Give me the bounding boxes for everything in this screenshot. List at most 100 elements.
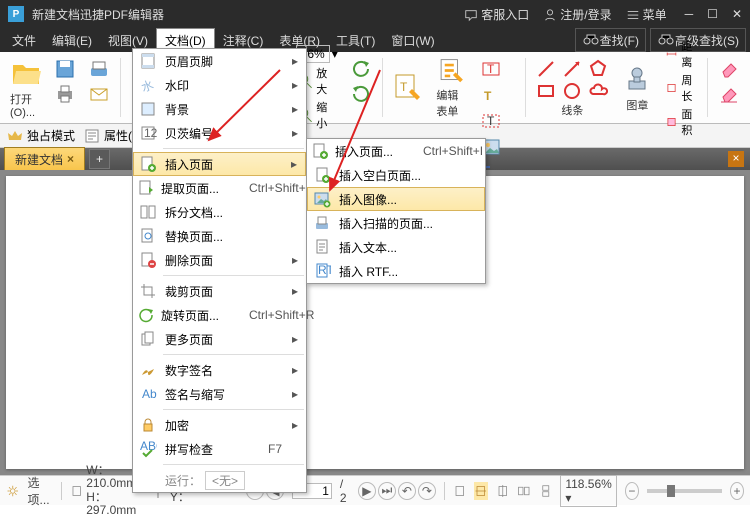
submenu-insert-scan[interactable]: 插入扫描的页面...	[307, 211, 485, 235]
menu-file[interactable]: 文件	[4, 29, 44, 52]
menu-background-label: 背景	[165, 101, 282, 118]
fit-height-icon[interactable]	[496, 482, 510, 500]
print-icon[interactable]	[54, 83, 76, 105]
menu-run[interactable]: 运行：<无>	[133, 468, 306, 492]
customer-service-button[interactable]: 客服入口	[464, 6, 529, 23]
close-button[interactable]: ✕	[732, 7, 742, 21]
eraser-icon[interactable]	[718, 58, 740, 80]
menu-edit[interactable]: 编辑(E)	[44, 29, 100, 52]
menu-sig-abbr[interactable]: Ab签名与缩写▸	[133, 382, 306, 406]
zoom-minus-button[interactable]: −	[625, 482, 639, 500]
minimize-button[interactable]: ─	[685, 7, 694, 21]
window-title: 新建文档迅捷PDF编辑器	[32, 6, 450, 23]
rotate-cw-icon[interactable]	[350, 83, 372, 105]
textbox-icon[interactable]: T	[480, 58, 502, 80]
menu-bates[interactable]: 123贝茨编号▸	[133, 121, 306, 145]
binoculars-icon	[582, 31, 600, 49]
menu-spellcheck[interactable]: ABC拼写检查F7	[133, 437, 306, 461]
slider-knob[interactable]	[667, 485, 675, 497]
initials-icon: Ab	[139, 385, 157, 403]
submenu-insert-text[interactable]: 插入文本...	[307, 235, 485, 259]
menu-delete-label: 删除页面	[165, 252, 282, 269]
circle-icon[interactable]	[561, 80, 583, 102]
menu-watermark[interactable]: 水水印▸	[133, 73, 306, 97]
continuous-icon[interactable]	[539, 482, 553, 500]
submenu-insert-page[interactable]: 插入页面...Ctrl+Shift+I	[307, 139, 485, 163]
zoom-slider[interactable]	[647, 489, 722, 493]
last-page-button[interactable]: ⏭	[378, 482, 396, 500]
menu-encrypt[interactable]: 加密▸	[133, 413, 306, 437]
page-total: / 2	[340, 477, 350, 505]
find-button[interactable]: 查找(F)	[575, 28, 646, 52]
zoom-plus-button[interactable]: +	[730, 482, 744, 500]
menu-window[interactable]: 窗口(W)	[383, 29, 442, 52]
submenu-insert-blank-label: 插入空白页面...	[339, 167, 461, 184]
line-icon[interactable]	[535, 58, 557, 80]
eraser2-icon[interactable]	[718, 83, 740, 105]
menu-run-value: <无>	[205, 471, 245, 490]
edit-form-group[interactable]: 编辑表单	[432, 56, 472, 119]
tabbar-close-button[interactable]: ×	[728, 151, 744, 167]
edit-text-group[interactable]: T	[388, 56, 428, 119]
document-tab[interactable]: 新建文档 ×	[4, 147, 85, 172]
menu-replace[interactable]: 替换页面...	[133, 224, 306, 248]
rect-icon[interactable]	[535, 80, 557, 102]
text-select-icon[interactable]: T	[480, 110, 502, 132]
menu-split-label: 拆分文档...	[165, 204, 282, 221]
scanner-icon[interactable]	[88, 58, 110, 80]
sign-icon	[139, 361, 157, 379]
open-group[interactable]: 打开(O)...	[6, 56, 46, 119]
split-icon	[139, 203, 157, 221]
next-page-button[interactable]: ▶	[358, 482, 376, 500]
area-icon	[665, 113, 678, 131]
lines-group[interactable]: 线条	[531, 56, 613, 119]
zoom-display[interactable]: 118.56% ▾	[560, 475, 616, 507]
new-tab-button[interactable]: +	[89, 149, 110, 169]
submenu-insert-rtf[interactable]: RTF插入 RTF...	[307, 259, 485, 283]
options-label[interactable]: 选项...	[28, 474, 54, 508]
delete-icon	[139, 251, 157, 269]
find-label: 查找(F)	[600, 32, 639, 49]
menu-extract[interactable]: 提取页面...Ctrl+Shift+E	[133, 176, 306, 200]
menu-rotate-label: 旋转页面...	[161, 307, 219, 324]
menu-sign[interactable]: 数字签名▸	[133, 358, 306, 382]
menu-rotate[interactable]: 旋转页面...Ctrl+Shift+R	[133, 303, 306, 327]
menu-insert-page[interactable]: 插入页面▸	[133, 152, 306, 176]
tab-close-icon[interactable]: ×	[67, 152, 74, 166]
submenu-insert-image[interactable]: 插入图像...	[307, 187, 485, 211]
gear-icon[interactable]	[6, 482, 20, 500]
polygon-icon[interactable]	[587, 58, 609, 80]
fit-page-icon[interactable]	[453, 482, 467, 500]
login-button[interactable]: 注册/登录	[543, 6, 611, 23]
stamp-group[interactable]: 图章	[617, 56, 657, 119]
svg-text:T: T	[487, 114, 495, 128]
highlight-icon[interactable]: T	[480, 84, 502, 106]
hamburger-menu-button[interactable]: 菜单	[626, 6, 667, 23]
menu-background[interactable]: 背景▸	[133, 97, 306, 121]
rotate-ccw-icon[interactable]	[350, 58, 372, 80]
arrow-icon[interactable]	[561, 58, 583, 80]
forward-button[interactable]: ↷	[418, 482, 436, 500]
document-tab-label: 新建文档	[15, 151, 63, 168]
menu-crop[interactable]: 裁剪页面▸	[133, 279, 306, 303]
svg-text:T: T	[487, 62, 495, 76]
fit-width-icon[interactable]	[474, 482, 488, 500]
facing-icon[interactable]	[517, 482, 531, 500]
perimeter-tool[interactable]: 周长	[665, 72, 697, 104]
menu-more-pages[interactable]: 更多页面▸	[133, 327, 306, 351]
cloud-icon[interactable]	[587, 80, 609, 102]
status-bar: 选项... W：210.0mmH：297.0mm X：Y： ⏮ ◀ / 2 ▶ …	[0, 475, 750, 505]
menu-split[interactable]: 拆分文档...	[133, 200, 306, 224]
menu-header-footer[interactable]: 页眉页脚▸	[133, 49, 306, 73]
svg-text:T: T	[484, 89, 492, 103]
submenu-insert-blank[interactable]: 插入空白页面...	[307, 163, 485, 187]
maximize-button[interactable]: ☐	[707, 7, 718, 21]
save-icon[interactable]	[54, 58, 76, 80]
area-tool[interactable]: 面积	[665, 106, 697, 138]
distance-tool[interactable]: 距离	[665, 38, 697, 70]
menu-delete[interactable]: 删除页面▸	[133, 248, 306, 272]
exclusive-mode-button[interactable]: 独占模式	[6, 127, 75, 145]
back-button[interactable]: ↶	[398, 482, 416, 500]
email-icon[interactable]	[88, 83, 110, 105]
stamp-icon	[621, 63, 653, 95]
